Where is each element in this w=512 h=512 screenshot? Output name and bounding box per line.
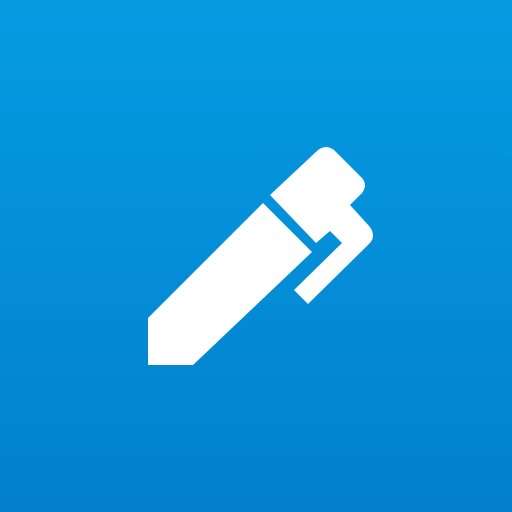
app-icon-tile	[0, 0, 512, 512]
pen-barrel	[148, 203, 312, 365]
pen-icon	[148, 147, 373, 365]
